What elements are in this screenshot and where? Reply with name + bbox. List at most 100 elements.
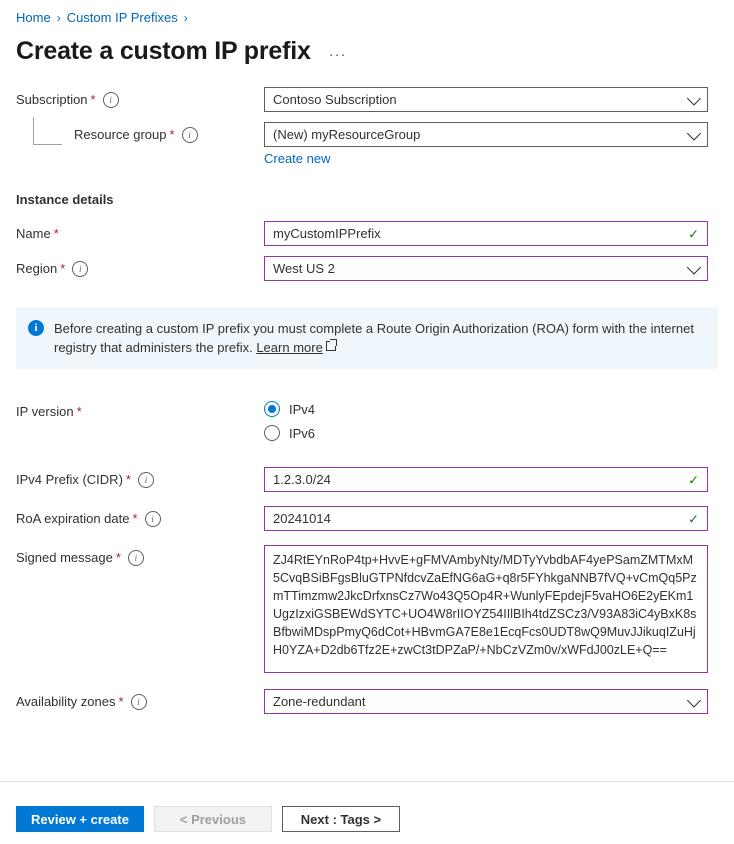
review-create-button[interactable]: Review + create (16, 806, 144, 832)
breadcrumb-separator-icon-2: › (183, 11, 188, 25)
ip-version-label: IP version (16, 404, 74, 419)
info-icon[interactable]: i (127, 550, 144, 566)
chevron-down-icon (686, 125, 702, 141)
signed-message-textarea[interactable]: ZJ4RtEYnRoP4tp+HvvE+gFMVAmbyNty/MDTyYvbd… (264, 545, 708, 673)
next-tags-button[interactable]: Next : Tags > (281, 806, 400, 832)
signed-message-row: Signed message * i ZJ4RtEYnRoP4tp+HvvE+g… (16, 545, 718, 673)
availability-zones-field-col: Zone-redundant (264, 689, 708, 714)
subscription-label: Subscription (16, 92, 88, 107)
instance-details-heading: Instance details (16, 192, 114, 207)
subscription-required-mark: * (90, 92, 96, 107)
radio-ipv4-label: IPv4 (289, 401, 316, 417)
signed-message-label: Signed message (16, 550, 113, 565)
info-icon[interactable]: i (102, 92, 119, 108)
resource-group-value: (New) myResourceGroup (273, 127, 421, 142)
name-label-group: Name * (16, 221, 264, 243)
ip-version-row: IP version * IPv4 IPv6 (16, 399, 718, 449)
ip-version-radio-group: IPv4 IPv6 (264, 399, 708, 449)
title-row: Create a custom IP prefix ··· (0, 27, 734, 67)
valid-check-icon: ✓ (688, 226, 699, 241)
ipv4-prefix-input[interactable]: 1.2.3.0/24 ✓ (264, 467, 708, 492)
name-row: Name * myCustomIPPrefix ✓ (16, 221, 718, 246)
roa-expiration-label-group: RoA expiration date * i (16, 506, 264, 528)
banner-message: Before creating a custom IP prefix you m… (54, 321, 694, 355)
subscription-label-group: Subscription * i (16, 87, 264, 109)
region-row: Region * i West US 2 (16, 256, 718, 281)
roa-expiration-required-mark: * (132, 511, 138, 526)
resource-group-label: Resource group (74, 127, 167, 142)
breadcrumb-separator-icon: › (56, 11, 61, 25)
availability-zones-required-mark: * (118, 694, 124, 709)
ipv4-prefix-required-mark: * (125, 472, 131, 487)
resource-group-select[interactable]: (New) myResourceGroup (264, 122, 708, 147)
valid-check-icon: ✓ (688, 511, 699, 526)
radio-ipv6-label: IPv6 (289, 425, 316, 441)
roa-expiration-label: RoA expiration date (16, 511, 130, 526)
info-icon[interactable]: i (144, 511, 161, 527)
signed-message-required-mark: * (115, 550, 121, 565)
availability-zones-value: Zone-redundant (273, 694, 366, 709)
radio-unselected-icon (264, 425, 280, 441)
footer-divider (0, 781, 734, 782)
signed-message-field-col: ZJ4RtEYnRoP4tp+HvvE+gFMVAmbyNty/MDTyYvbd… (264, 545, 708, 673)
signed-message-label-group: Signed message * i (16, 545, 264, 567)
chevron-down-icon (686, 90, 702, 106)
name-value: myCustomIPPrefix (273, 226, 381, 241)
learn-more-link[interactable]: Learn more (256, 340, 322, 355)
availability-zones-select[interactable]: Zone-redundant (264, 689, 708, 714)
name-input[interactable]: myCustomIPPrefix ✓ (264, 221, 708, 246)
breadcrumb-item-home[interactable]: Home (16, 9, 51, 27)
roa-expiration-row: RoA expiration date * i 20241014 ✓ (16, 506, 718, 531)
subscription-row: Subscription * i Contoso Subscription (16, 87, 718, 112)
availability-zones-label: Availability zones (16, 694, 116, 709)
valid-check-icon: ✓ (688, 472, 699, 487)
region-required-mark: * (60, 261, 66, 276)
name-required-mark: * (53, 226, 59, 241)
create-custom-ip-prefix-form: Subscription * i Contoso Subscription Re… (0, 87, 734, 714)
resource-group-label-group: Resource group * i (16, 122, 264, 144)
resource-group-field-col: (New) myResourceGroup Create new (264, 122, 708, 166)
roa-expiration-value: 20241014 (273, 511, 331, 526)
ipv4-prefix-label: IPv4 Prefix (CIDR) (16, 472, 123, 487)
previous-button: < Previous (153, 806, 272, 832)
region-select[interactable]: West US 2 (264, 256, 708, 281)
info-icon[interactable]: i (181, 127, 198, 143)
radio-ipv6[interactable]: IPv6 (264, 425, 708, 441)
ipv4-prefix-label-group: IPv4 Prefix (CIDR) * i (16, 467, 264, 489)
name-label: Name (16, 226, 51, 241)
page-title: Create a custom IP prefix (16, 37, 311, 65)
info-icon[interactable]: i (130, 694, 147, 710)
breadcrumb-item-custom-ip-prefixes[interactable]: Custom IP Prefixes (67, 9, 178, 27)
resource-group-row: Resource group * i (New) myResourceGroup… (16, 122, 718, 166)
radio-ipv4[interactable]: IPv4 (264, 401, 708, 417)
subscription-field-col: Contoso Subscription (264, 87, 708, 112)
info-icon[interactable]: i (72, 261, 89, 277)
subscription-value: Contoso Subscription (273, 92, 397, 107)
availability-zones-label-group: Availability zones * i (16, 689, 264, 711)
resource-group-required-mark: * (169, 127, 175, 142)
info-icon: i (28, 320, 44, 336)
availability-zones-row: Availability zones * i Zone-redundant (16, 689, 718, 714)
more-options-icon[interactable]: ··· (325, 44, 351, 65)
region-value: West US 2 (273, 261, 335, 276)
ipv4-prefix-row: IPv4 Prefix (CIDR) * i 1.2.3.0/24 ✓ (16, 467, 718, 492)
radio-selected-icon (264, 401, 280, 417)
ipv4-prefix-field-col: 1.2.3.0/24 ✓ (264, 467, 708, 492)
ipv4-prefix-value: 1.2.3.0/24 (273, 472, 331, 487)
region-label-group: Region * i (16, 256, 264, 278)
ip-version-required-mark: * (76, 404, 82, 419)
external-link-icon (325, 339, 337, 351)
subscription-select[interactable]: Contoso Subscription (264, 87, 708, 112)
ip-version-label-group: IP version * (16, 399, 264, 421)
banner-text-wrap: Before creating a custom IP prefix you m… (54, 319, 704, 357)
roa-expiration-field-col: 20241014 ✓ (264, 506, 708, 531)
info-icon[interactable]: i (137, 472, 154, 488)
roa-info-banner: i Before creating a custom IP prefix you… (16, 307, 718, 369)
breadcrumb: Home › Custom IP Prefixes › (0, 0, 734, 27)
chevron-down-icon (686, 259, 702, 275)
region-label: Region (16, 261, 58, 276)
chevron-down-icon (686, 692, 702, 708)
name-field-col: myCustomIPPrefix ✓ (264, 221, 708, 246)
create-new-resource-group-link[interactable]: Create new (264, 151, 330, 166)
roa-expiration-input[interactable]: 20241014 ✓ (264, 506, 708, 531)
